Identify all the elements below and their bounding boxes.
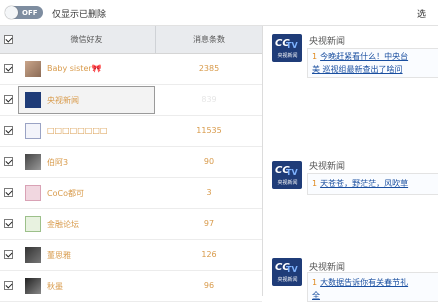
only-deleted-label: 仅显示已删除	[52, 10, 107, 20]
row-checkbox[interactable]	[4, 219, 13, 228]
logo-caption: 央视新闻	[277, 53, 298, 59]
friend-name: 伯阿3	[47, 158, 69, 167]
photo-avatar	[25, 154, 41, 170]
column-header-friend[interactable]: 微信好友	[18, 34, 155, 45]
row-checkbox[interactable]	[4, 281, 13, 290]
message-count: 839	[201, 95, 217, 104]
row-checkbox[interactable]	[4, 95, 13, 104]
news-link[interactable]: 美 巡视组最新查出了啥问	[312, 64, 403, 75]
top-toolbar: OFF 仅显示已删除 选	[0, 0, 438, 26]
logo-caption: 央视新闻	[277, 180, 298, 186]
cctv-avatar: CC TV 央视新闻	[272, 34, 302, 62]
select-option-label[interactable]: 选	[417, 7, 426, 20]
toggle-knob	[5, 6, 18, 19]
toggle-label: OFF	[22, 8, 38, 17]
show-deleted-toggle[interactable]: OFF	[5, 6, 43, 19]
message-count: 11535	[196, 126, 222, 135]
news-card[interactable]: 1 大数据告诉你有关春节礼 全	[307, 272, 438, 302]
message-count: 96	[203, 281, 215, 290]
message-count: 3	[206, 188, 212, 197]
friends-table: 微信好友 消息条数 Baby sister🎀 2385 央视新闻 839 □□□…	[0, 26, 262, 302]
select-all-checkbox[interactable]	[4, 35, 13, 44]
row-checkbox[interactable]	[4, 126, 13, 135]
row-checkbox[interactable]	[4, 250, 13, 259]
news-index: 1	[312, 179, 318, 188]
row-checkbox[interactable]	[4, 157, 13, 166]
table-row[interactable]: Baby sister🎀 2385	[0, 54, 262, 85]
cctv-avatar: CC TV 央视新闻	[272, 161, 302, 189]
cctv-avatar: CC TV 央视新闻	[272, 258, 302, 286]
group-avatar	[25, 123, 41, 139]
friend-name: 董思雅	[47, 251, 71, 260]
friend-name: 金融论坛	[47, 220, 79, 229]
table-row[interactable]: 金融论坛 97	[0, 209, 262, 240]
message-count: 97	[203, 219, 215, 228]
friend-name: CoCo都可	[47, 189, 84, 198]
table-row[interactable]: 秋墨 96	[0, 271, 262, 302]
row-checkbox[interactable]	[4, 188, 13, 197]
logo-caption: 央视新闻	[277, 277, 298, 283]
news-index: 1	[312, 278, 318, 287]
message-count: 90	[203, 157, 215, 166]
message-sender: 央视新闻	[309, 37, 346, 47]
cctv-avatar	[25, 92, 41, 108]
logo-avatar	[25, 185, 41, 201]
table-header: 微信好友 消息条数	[0, 26, 262, 54]
friend-name: □□□□□□□□	[47, 126, 108, 135]
photo-avatar	[25, 247, 41, 263]
friend-name: 央视新闻	[47, 96, 79, 105]
table-row[interactable]: 央视新闻 839	[0, 85, 262, 116]
photo-avatar	[25, 61, 41, 77]
photo-avatar	[25, 278, 41, 294]
news-card[interactable]: 1 今晚赶紧看什么！中央台 美 巡视组最新查出了啥问	[307, 48, 438, 78]
table-row[interactable]: 伯阿3 90	[0, 147, 262, 178]
message-count: 2385	[198, 64, 220, 73]
table-row[interactable]: 董思雅 126	[0, 240, 262, 271]
news-link[interactable]: 1 今晚赶紧看什么！中央台	[312, 51, 408, 62]
news-link[interactable]: 1 天苍苍，野茫茫，风吹草	[312, 178, 408, 189]
news-link[interactable]: 1 大数据告诉你有关春节礼	[312, 277, 408, 288]
column-header-count[interactable]: 消息条数	[156, 34, 262, 45]
message-panel: CC TV 央视新闻 央视新闻 1 今晚赶紧看什么！中央台 美 巡视组最新查出了啥问…	[263, 26, 438, 302]
friend-name: 秋墨	[47, 282, 63, 291]
news-card[interactable]: 1 天苍苍，野茫茫，风吹草	[307, 173, 438, 195]
message-count: 126	[201, 250, 217, 259]
message-sender: 央视新闻	[309, 162, 346, 172]
table-row[interactable]: CoCo都可 3	[0, 178, 262, 209]
news-index: 1	[312, 52, 318, 61]
logo-avatar	[25, 216, 41, 232]
friend-name: Baby sister🎀	[47, 64, 102, 73]
table-row[interactable]: □□□□□□□□ 11535	[0, 116, 262, 147]
row-checkbox[interactable]	[4, 64, 13, 73]
